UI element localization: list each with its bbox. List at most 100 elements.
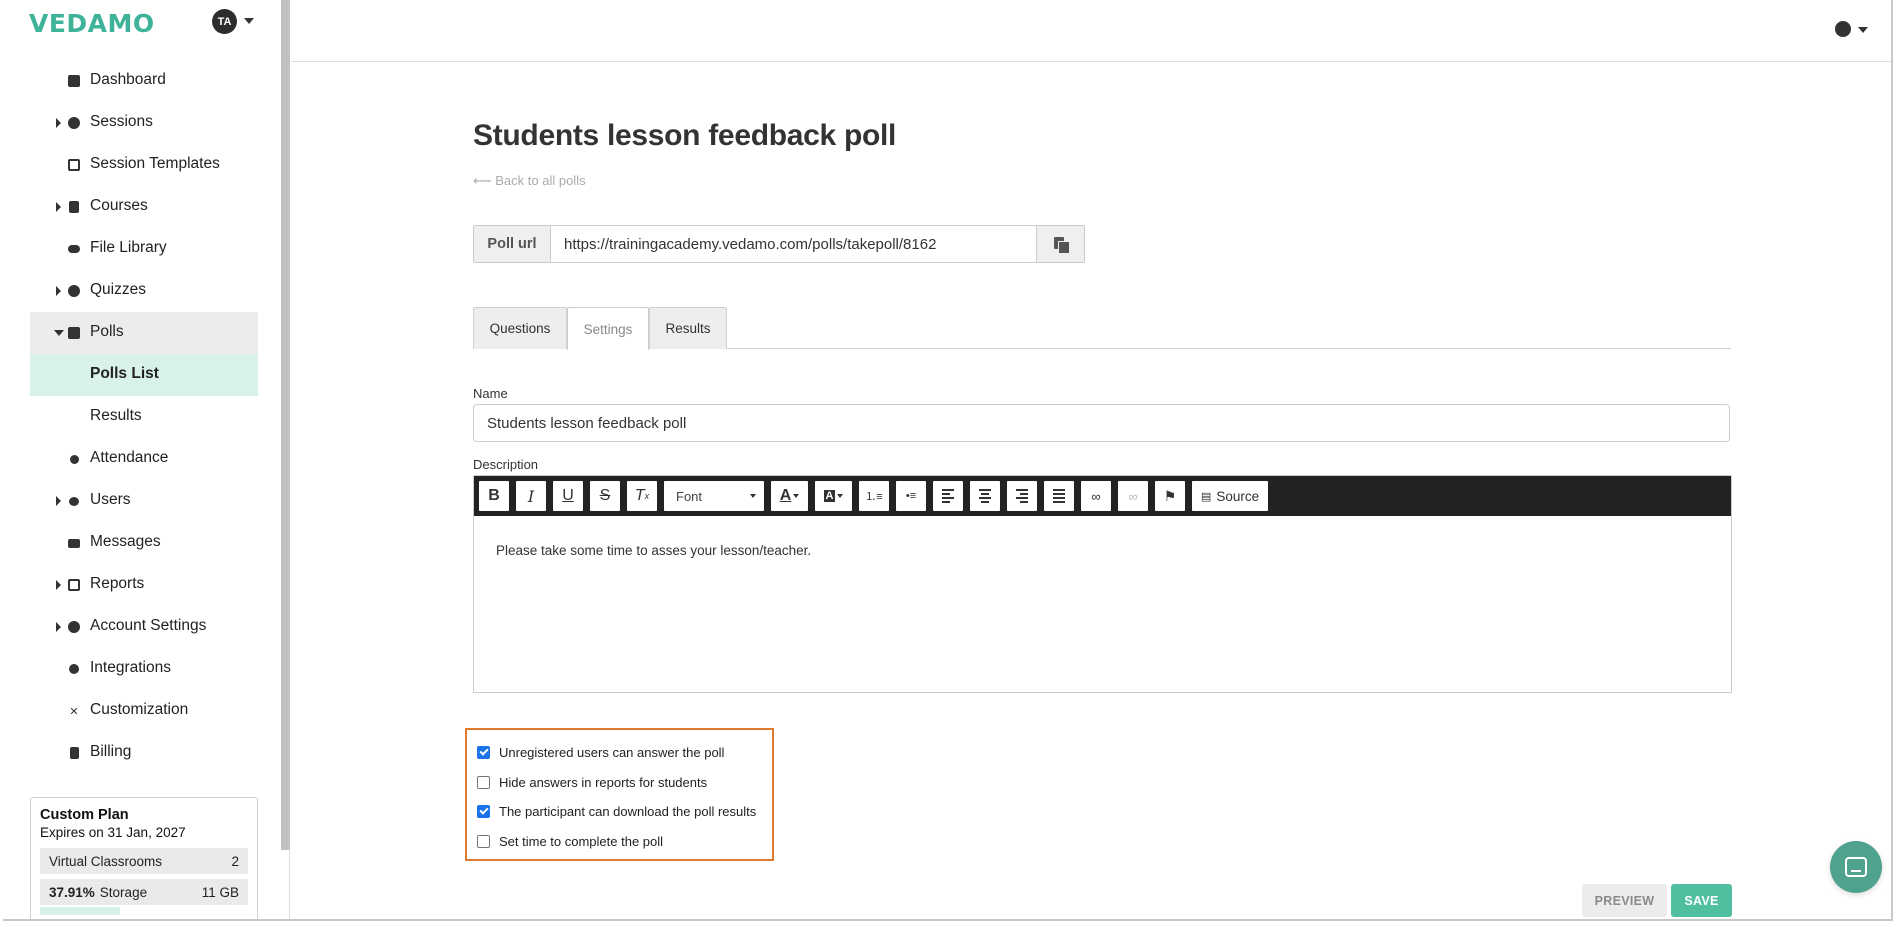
sidebar-item-messages[interactable]: Messages xyxy=(30,522,258,564)
unlink-button[interactable]: ∞ xyxy=(1118,481,1148,511)
copy-icon xyxy=(1053,236,1070,254)
sidebar-item-users[interactable]: Users xyxy=(30,480,258,522)
chevron-down-icon[interactable] xyxy=(1858,27,1868,33)
plan-storage-size: 11 GB xyxy=(201,884,239,900)
sidebar-item-label: Results xyxy=(90,407,142,424)
sidebar-item-integrations[interactable]: Integrations xyxy=(30,648,258,690)
option-unregistered-users[interactable]: Unregistered users can answer the poll xyxy=(477,738,772,768)
sidebar-item-label: Attendance xyxy=(90,449,169,466)
top-bar xyxy=(291,0,1891,62)
plan-card: Custom Plan Expires on 31 Jan, 2027 Virt… xyxy=(30,797,258,919)
option-label: Set time to complete the poll xyxy=(499,833,664,849)
description-editor: B I U S Tx Font A A ⒈≡ •≡ ∞ ∞ ⚑ ▤ Source… xyxy=(473,475,1732,693)
checkbox-download-results[interactable] xyxy=(477,805,490,819)
sidebar-item-polls-list[interactable]: Polls List xyxy=(30,354,258,396)
sidebar-item-session-templates[interactable]: Session Templates xyxy=(30,144,258,186)
sidebar-item-label: File Library xyxy=(90,239,167,256)
option-hide-answers[interactable]: Hide answers in reports for students xyxy=(477,768,772,798)
sidebar-item-label: Quizzes xyxy=(90,281,146,298)
plan-storage: 37.91% Storage 11 GB xyxy=(40,879,248,905)
anchor-button[interactable]: ⚑ xyxy=(1155,481,1185,511)
font-select-label: Font xyxy=(676,488,703,504)
unlink-icon: ∞ xyxy=(1128,488,1138,504)
name-label: Name xyxy=(473,386,508,401)
sidebar-item-billing[interactable]: Billing xyxy=(30,732,258,774)
report-chart-icon xyxy=(67,578,81,592)
invoice-icon xyxy=(67,746,81,760)
align-right-button[interactable] xyxy=(1007,481,1037,511)
plan-storage-label: Storage xyxy=(99,884,148,900)
sidebar-item-label: Users xyxy=(90,491,131,508)
background-color-button[interactable]: A xyxy=(815,481,852,511)
caret-right-icon xyxy=(56,622,61,632)
tab-settings[interactable]: Settings xyxy=(567,307,649,350)
sidebar-scrollbar[interactable] xyxy=(281,0,290,850)
numbered-list-button[interactable]: ⒈≡ xyxy=(859,481,889,511)
sidebar-item-label: Polls xyxy=(90,323,124,340)
description-text[interactable]: Please take some time to asses your less… xyxy=(474,516,1731,585)
sidebar-item-courses[interactable]: Courses xyxy=(30,186,258,228)
sidebar-item-sessions[interactable]: Sessions xyxy=(30,102,258,144)
sidebar-item-customization[interactable]: ✕ Customization xyxy=(30,690,258,732)
preview-button[interactable]: PREVIEW xyxy=(1582,884,1667,917)
sidebar-item-file-library[interactable]: File Library xyxy=(30,228,258,270)
align-center-button[interactable] xyxy=(970,481,1000,511)
back-to-polls-link[interactable]: ⟵ Back to all polls xyxy=(473,173,586,189)
sidebar-item-results[interactable]: Results xyxy=(30,396,258,438)
link-button[interactable]: ∞ xyxy=(1081,481,1111,511)
sidebar-item-dashboard[interactable]: Dashboard xyxy=(30,60,258,102)
source-icon: ▤ xyxy=(1200,490,1212,503)
background-color-icon: A xyxy=(823,490,836,502)
tab-results[interactable]: Results xyxy=(649,307,727,349)
tab-questions[interactable]: Questions xyxy=(473,307,567,349)
align-left-icon xyxy=(942,489,954,503)
gear-icon xyxy=(67,620,81,634)
align-left-button[interactable] xyxy=(933,481,963,511)
chat-launcher-button[interactable] xyxy=(1830,841,1882,893)
tools-icon: ✕ xyxy=(69,705,79,718)
checkbox-unregistered-users[interactable] xyxy=(477,746,490,760)
bulleted-list-button[interactable]: •≡ xyxy=(896,481,926,511)
chevron-down-icon[interactable] xyxy=(244,18,254,24)
copy-url-button[interactable] xyxy=(1036,226,1084,262)
sidebar-item-label: Account Settings xyxy=(90,617,207,634)
source-label: Source xyxy=(1216,488,1260,504)
checkbox-hide-answers[interactable] xyxy=(477,775,490,789)
numbered-list-icon: ⒈≡ xyxy=(865,491,883,503)
sidebar-item-account-settings[interactable]: Account Settings xyxy=(30,606,258,648)
checkbox-set-time[interactable] xyxy=(477,834,490,848)
envelope-icon xyxy=(67,536,81,550)
globe-icon[interactable] xyxy=(1835,21,1851,37)
brand-logo[interactable]: VEDAMO xyxy=(29,9,155,38)
font-select[interactable]: Font xyxy=(664,481,764,511)
text-color-button[interactable]: A xyxy=(771,481,808,511)
sidebar-item-label: Polls List xyxy=(90,365,159,382)
underline-button[interactable]: U xyxy=(553,481,583,511)
source-button[interactable]: ▤ Source xyxy=(1192,481,1268,511)
caret-right-icon xyxy=(56,580,61,590)
sidebar-item-polls[interactable]: Polls xyxy=(30,312,258,354)
strikethrough-button[interactable]: S xyxy=(590,481,620,511)
avatar[interactable]: TA xyxy=(212,9,237,34)
italic-button[interactable]: I xyxy=(516,481,546,511)
name-input[interactable]: Students lesson feedback poll xyxy=(473,404,1730,442)
clear-format-button[interactable]: Tx xyxy=(627,481,657,511)
plan-virtual-label: Virtual Classrooms xyxy=(49,853,163,869)
sidebar-item-reports[interactable]: Reports xyxy=(30,564,258,606)
bold-button[interactable]: B xyxy=(479,481,509,511)
save-button[interactable]: SAVE xyxy=(1671,884,1732,917)
text-color-icon: A xyxy=(779,487,792,504)
justify-button[interactable] xyxy=(1044,481,1074,511)
book-icon xyxy=(67,200,81,214)
poll-url-group: Poll url https://trainingacademy.vedamo.… xyxy=(473,225,1085,263)
link-icon: ∞ xyxy=(1091,488,1101,504)
sidebar-item-label: Sessions xyxy=(90,113,153,130)
option-set-time[interactable]: Set time to complete the poll xyxy=(477,827,772,857)
sidebar-item-attendance[interactable]: Attendance xyxy=(30,438,258,480)
sidebar-item-quizzes[interactable]: Quizzes xyxy=(30,270,258,312)
poll-url-field[interactable]: https://trainingacademy.vedamo.com/polls… xyxy=(551,226,1036,262)
caret-right-icon xyxy=(56,118,61,128)
option-download-results[interactable]: The participant can download the poll re… xyxy=(477,797,772,827)
editor-toolbar: B I U S Tx Font A A ⒈≡ •≡ ∞ ∞ ⚑ ▤ Source xyxy=(474,476,1731,516)
sidebar-item-label: Session Templates xyxy=(90,155,220,172)
